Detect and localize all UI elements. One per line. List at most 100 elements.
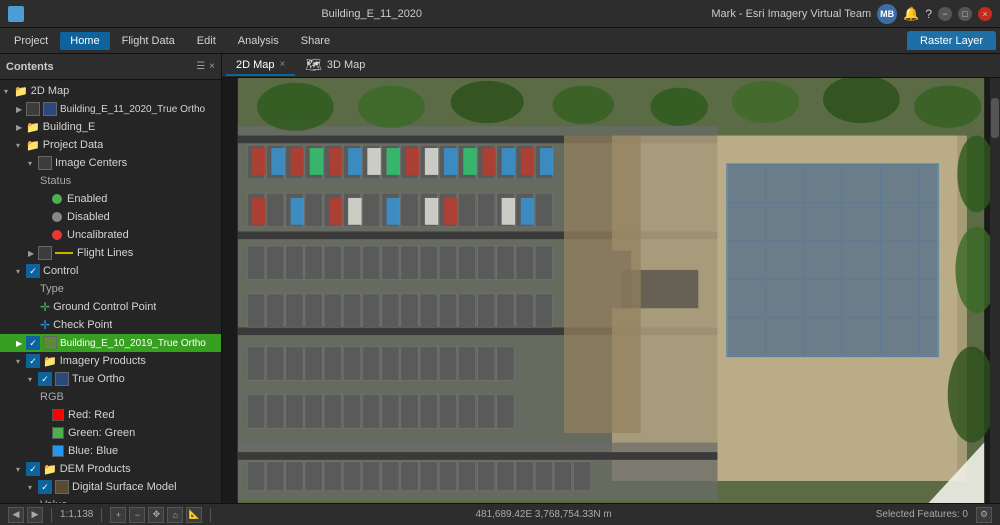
avatar: MB	[877, 4, 897, 24]
measure-icon[interactable]: 📐	[186, 507, 202, 523]
arrow-icon: ▾	[16, 141, 26, 150]
map-scrollbar[interactable]	[990, 78, 1000, 503]
arrow-icon: ▾	[16, 465, 26, 474]
map-view[interactable]	[222, 78, 1000, 503]
selected-features: Selected Features: 0	[876, 509, 968, 520]
tree-label: Red: Red	[68, 409, 114, 421]
folder-icon: 📁	[43, 463, 57, 476]
tree-item-building-e[interactable]: ▶ 📁 Building_E	[0, 118, 221, 136]
home-icon[interactable]: ⌂	[167, 507, 183, 523]
aerial-imagery	[222, 78, 1000, 503]
sidebar-title: Contents	[6, 61, 54, 73]
checkbox[interactable]: ✓	[26, 336, 40, 350]
tree-item-disabled: Disabled	[0, 208, 221, 226]
checkbox[interactable]	[38, 246, 52, 260]
help-icon[interactable]: ?	[925, 7, 932, 21]
menu-home[interactable]: Home	[60, 32, 109, 50]
tab-3d-map[interactable]: 🗺 3D Map	[295, 54, 375, 78]
map-nav-buttons[interactable]: ◀ ▶	[8, 507, 43, 523]
tree-item-flight-lines[interactable]: ▶ Flight Lines	[0, 244, 221, 262]
checkbox[interactable]: ✓	[26, 354, 40, 368]
sidebar-close[interactable]: ×	[209, 61, 215, 72]
menu-project[interactable]: Project	[4, 32, 58, 50]
tree-item-imagery-products[interactable]: ▾ ✓ 📁 Imagery Products	[0, 352, 221, 370]
menu-share[interactable]: Share	[291, 32, 340, 50]
layer-icon	[55, 480, 69, 494]
arrow-icon: ▶	[16, 105, 26, 114]
status-dot-enabled	[52, 194, 62, 204]
layer-icon	[55, 372, 69, 386]
tree-label: Disabled	[67, 211, 110, 223]
folder-icon: 📁	[26, 121, 40, 134]
checkbox[interactable]	[26, 102, 40, 116]
nav-prev[interactable]: ◀	[8, 507, 24, 523]
statusbar-right: Selected Features: 0 ⚙	[876, 507, 992, 523]
folder-icon: 📁	[14, 85, 28, 98]
tree-item-project-data[interactable]: ▾ 📁 Project Data	[0, 136, 221, 154]
arrow-icon: ▾	[28, 375, 38, 384]
tree-item-control[interactable]: ▾ ✓ Control	[0, 262, 221, 280]
plus-icon: ✛	[40, 300, 50, 314]
tab-2d-map[interactable]: 2D Map ×	[226, 56, 295, 76]
app-icon	[8, 6, 24, 22]
close-button[interactable]: ×	[978, 7, 992, 21]
minimize-button[interactable]: −	[938, 7, 952, 21]
tree-item-image-centers[interactable]: ▾ Image Centers	[0, 154, 221, 172]
zoom-in[interactable]: +	[110, 507, 126, 523]
main-layout: Contents ☰ × ▾ 📁 2D Map ▶ Building_E_11_…	[0, 54, 1000, 503]
checkbox[interactable]: ✓	[26, 264, 40, 278]
tree-item-building-e11[interactable]: ▶ Building_E_11_2020_True Ortho	[0, 100, 221, 118]
arrow-icon: ▾	[16, 267, 26, 276]
tree-label: Ground Control Point	[53, 301, 156, 313]
layer-icon	[43, 336, 57, 350]
folder-icon: 📁	[43, 355, 57, 368]
tree-item-true-ortho[interactable]: ▾ ✓ True Ortho	[0, 370, 221, 388]
plus-icon: ✛	[40, 318, 50, 332]
tree-item-2dmap[interactable]: ▾ 📁 2D Map	[0, 82, 221, 100]
tree-label: Flight Lines	[77, 247, 133, 259]
restore-button[interactable]: □	[958, 7, 972, 21]
sep	[101, 508, 102, 522]
menu-analysis[interactable]: Analysis	[228, 32, 289, 50]
tree-label: Check Point	[53, 319, 112, 331]
scale-display: 1:1,138	[60, 509, 93, 520]
tree-item-dem-products[interactable]: ▾ ✓ 📁 DEM Products	[0, 460, 221, 478]
menu-flightdata[interactable]: Flight Data	[112, 32, 185, 50]
tree-item-checkpoint[interactable]: ✛ Check Point	[0, 316, 221, 334]
tree-item-uncalibrated: Uncalibrated	[0, 226, 221, 244]
pan-icon[interactable]: ✥	[148, 507, 164, 523]
tree-item-building-e10[interactable]: ▶ ✓ Building_E_10_2019_True Ortho	[0, 334, 221, 352]
checkbox[interactable]: ✓	[26, 462, 40, 476]
arrow-icon: ▶	[16, 339, 26, 348]
tree-item-enabled: Enabled	[0, 190, 221, 208]
tree-item-type: Type	[0, 280, 221, 298]
arrow-icon: ▶	[16, 123, 26, 132]
tree-label: Green: Green	[68, 427, 135, 439]
settings-icon[interactable]: ⚙	[976, 507, 992, 523]
arrow-icon: ▾	[4, 87, 14, 96]
sidebar-header: Contents ☰ ×	[0, 54, 221, 80]
tree-item-dsm[interactable]: ▾ ✓ Digital Surface Model	[0, 478, 221, 496]
tree-label: Value	[40, 499, 67, 503]
notification-icon[interactable]: 🔔	[903, 6, 919, 22]
window-controls[interactable]: − □ ×	[938, 7, 992, 21]
menu-edit[interactable]: Edit	[187, 32, 226, 50]
sidebar-list-view[interactable]: ☰	[196, 61, 205, 72]
zoom-out[interactable]: −	[129, 507, 145, 523]
tree-label: Enabled	[67, 193, 107, 205]
checkbox[interactable]: ✓	[38, 372, 52, 386]
checkbox[interactable]: ✓	[38, 480, 52, 494]
tree-label: Digital Surface Model	[72, 481, 177, 493]
tab-3d-label: 3D Map	[327, 59, 366, 71]
tree-label: RGB	[40, 391, 64, 403]
tree-item-gcp[interactable]: ✛ Ground Control Point	[0, 298, 221, 316]
nav-icons[interactable]: + − ✥ ⌂ 📐	[110, 507, 202, 523]
nav-next[interactable]: ▶	[27, 507, 43, 523]
tab-raster-layer[interactable]: Raster Layer	[907, 31, 996, 50]
tree-label: Building_E	[43, 121, 96, 133]
arrow-icon: ▾	[28, 159, 38, 168]
tab-2d-label: 2D Map	[236, 59, 275, 71]
tree-item-green: Green: Green	[0, 424, 221, 442]
tab-close-icon[interactable]: ×	[280, 59, 286, 70]
checkbox[interactable]	[38, 156, 52, 170]
